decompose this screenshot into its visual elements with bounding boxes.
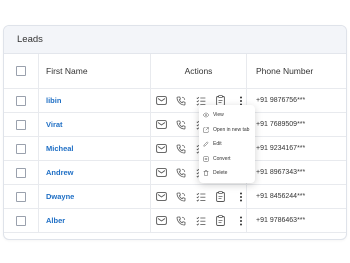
phone-call-icon[interactable]	[176, 167, 187, 178]
lead-first-name-link[interactable]: Virat	[38, 112, 151, 137]
lead-first-name-link[interactable]: Micheal	[38, 136, 151, 161]
row-checkbox-cell	[4, 208, 39, 233]
row-actions-menu: View Open in new tab Edit Convert Delete	[199, 105, 255, 183]
mail-icon[interactable]	[156, 119, 167, 130]
external-link-icon	[203, 127, 209, 133]
table-row[interactable]: Virat +91 7689509***	[4, 112, 346, 137]
menu-item-view[interactable]: View	[199, 108, 255, 123]
lead-first-name-link[interactable]: Dwayne	[38, 184, 151, 209]
menu-item-label: Convert	[213, 155, 231, 162]
phone-call-icon[interactable]	[176, 119, 187, 130]
row-checkbox-cell	[4, 136, 39, 161]
select-all-cell	[4, 54, 39, 89]
lead-first-name-link[interactable]: Alber	[38, 208, 151, 233]
table-row[interactable]: Andrew +91 8967343***	[4, 160, 346, 185]
row-checkbox[interactable]	[16, 143, 26, 154]
menu-item-open-in-new-tab[interactable]: Open in new tab	[199, 123, 255, 138]
menu-item-label: View	[213, 112, 224, 119]
table-header-row: First Name Actions Phone Number	[4, 54, 346, 89]
table-row[interactable]: Alber +91 9786463***	[4, 208, 346, 233]
phone-call-icon[interactable]	[176, 191, 187, 202]
lead-phone-number: +91 7689509***	[246, 112, 346, 137]
row-checkbox-cell	[4, 160, 39, 185]
mail-icon[interactable]	[156, 215, 167, 226]
panel-title: Leads	[4, 26, 346, 54]
convert-icon	[203, 156, 209, 162]
lead-phone-number: +91 9786463***	[246, 208, 346, 233]
pencil-icon	[203, 141, 209, 147]
phone-call-icon[interactable]	[176, 95, 187, 106]
row-checkbox[interactable]	[16, 167, 26, 178]
row-actions-cell	[150, 184, 247, 209]
task-list-icon[interactable]	[196, 215, 207, 226]
menu-item-delete[interactable]: Delete	[199, 166, 255, 181]
row-checkbox-cell	[4, 88, 39, 113]
lead-first-name-link[interactable]: Andrew	[38, 160, 151, 185]
first-name-header[interactable]: First Name	[38, 54, 151, 89]
lead-phone-number: +91 9876756***	[246, 88, 346, 113]
eye-icon	[203, 112, 209, 118]
row-checkbox[interactable]	[16, 191, 26, 202]
more-options-icon[interactable]	[235, 191, 246, 202]
table-row[interactable]: Micheal +91 9234167***	[4, 136, 346, 161]
mail-icon[interactable]	[156, 143, 167, 154]
select-all-checkbox[interactable]	[16, 66, 26, 76]
menu-item-convert[interactable]: Convert	[199, 152, 255, 167]
leads-panel: Leads First Name Actions Phone Number li…	[3, 25, 347, 240]
row-actions-cell	[150, 208, 247, 233]
menu-item-label: Open in new tab	[213, 126, 250, 133]
menu-item-label: Edit	[213, 141, 222, 148]
row-checkbox-cell	[4, 184, 39, 209]
row-checkbox[interactable]	[16, 119, 26, 130]
menu-item-label: Delete	[213, 170, 228, 177]
row-checkbox-cell	[4, 112, 39, 137]
trash-icon	[203, 170, 209, 176]
table-row[interactable]: Dwayne +91 8456244***	[4, 184, 346, 209]
phone-call-icon[interactable]	[176, 143, 187, 154]
phone-number-header[interactable]: Phone Number	[246, 54, 346, 89]
lead-first-name-link[interactable]: libin	[38, 88, 151, 113]
menu-item-edit[interactable]: Edit	[199, 137, 255, 152]
clipboard-icon[interactable]	[216, 215, 227, 226]
more-options-icon[interactable]	[235, 215, 246, 226]
task-list-icon[interactable]	[196, 191, 207, 202]
mail-icon[interactable]	[156, 95, 167, 106]
mail-icon[interactable]	[156, 167, 167, 178]
lead-phone-number: +91 8967343***	[246, 160, 346, 185]
clipboard-icon[interactable]	[216, 191, 227, 202]
lead-phone-number: +91 9234167***	[246, 136, 346, 161]
leads-table: First Name Actions Phone Number libin +91…	[4, 54, 346, 233]
actions-header: Actions	[150, 54, 247, 89]
row-checkbox[interactable]	[16, 95, 26, 106]
phone-call-icon[interactable]	[176, 215, 187, 226]
table-row[interactable]: libin +91 9876756***	[4, 88, 346, 113]
row-checkbox[interactable]	[16, 215, 26, 226]
lead-phone-number: +91 8456244***	[246, 184, 346, 209]
mail-icon[interactable]	[156, 191, 167, 202]
